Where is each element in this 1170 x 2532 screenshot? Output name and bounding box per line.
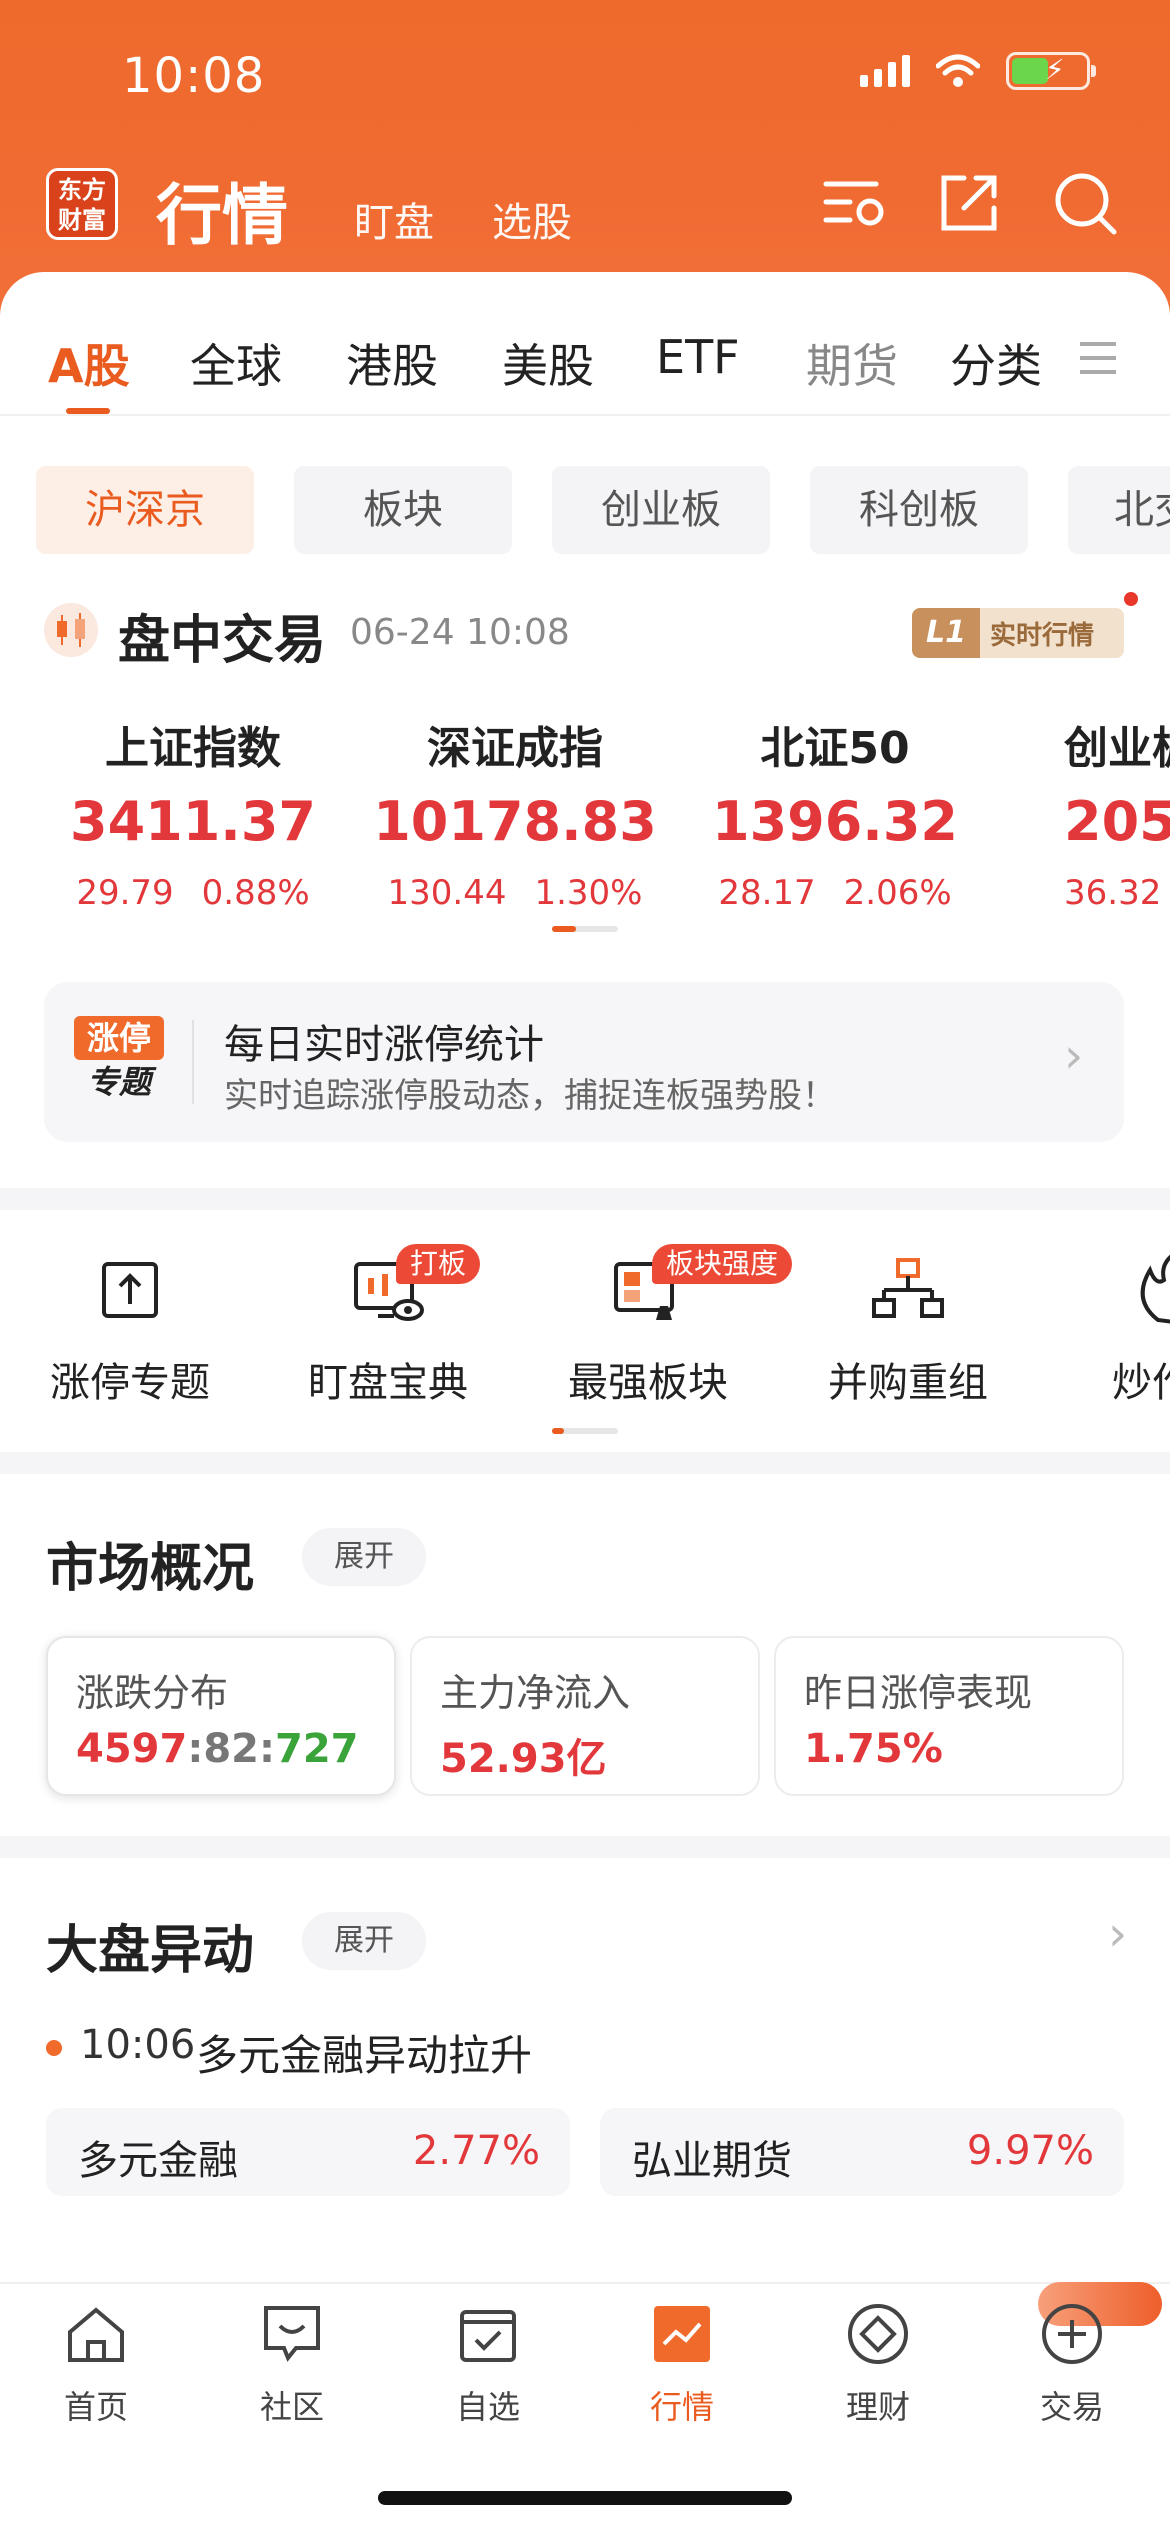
tab-us[interactable]: 美股 bbox=[502, 330, 594, 396]
chart-up-icon bbox=[654, 2306, 710, 2362]
sector-item[interactable]: 弘业期货 9.97% bbox=[600, 2108, 1124, 2196]
tag-daban: 打板 bbox=[396, 1244, 481, 1284]
tools-pager bbox=[552, 1428, 618, 1434]
tool-mna[interactable]: 并购重组 bbox=[798, 1250, 1018, 1408]
tab-trade[interactable]: 交易 bbox=[1002, 2300, 1142, 2428]
subtab-watch[interactable]: 盯盘 bbox=[354, 190, 434, 248]
card-yesterday-limit-up[interactable]: 昨日涨停表现 1.75% bbox=[774, 1636, 1124, 1796]
divider bbox=[192, 1020, 194, 1104]
section-divider bbox=[0, 1188, 1170, 1210]
status-time: 10:08 bbox=[122, 48, 266, 104]
market-tabs: A股 全球 港股 美股 ETF 期货 分类 bbox=[0, 330, 1170, 416]
index-card[interactable]: 北证50 1396.32 28.17 2.06% bbox=[690, 712, 980, 913]
tag-sector-strength: 板块强度 bbox=[652, 1244, 793, 1284]
expand-button[interactable]: 展开 bbox=[302, 1528, 426, 1586]
tab-etf[interactable]: ETF bbox=[656, 330, 740, 384]
org-chart-icon bbox=[872, 1258, 944, 1318]
section-divider bbox=[0, 1836, 1170, 1858]
expand-button[interactable]: 展开 bbox=[302, 1912, 426, 1970]
card-advance-decline[interactable]: 涨跌分布 4597:82:727 bbox=[46, 1636, 396, 1796]
chat-icon bbox=[264, 2306, 320, 2362]
tab-futures[interactable]: 期货 bbox=[806, 330, 898, 396]
list-settings-icon[interactable] bbox=[820, 168, 890, 238]
diamond-circle-icon bbox=[848, 2304, 908, 2364]
status-icons: ⚡ bbox=[860, 52, 1096, 90]
intraday-datetime: 06-24 10:08 bbox=[350, 612, 570, 653]
tab-community[interactable]: 社区 bbox=[222, 2300, 362, 2428]
search-icon[interactable] bbox=[1050, 168, 1120, 238]
chip-star[interactable]: 科创板 bbox=[810, 466, 1028, 554]
chip-chinext[interactable]: 创业板 bbox=[552, 466, 770, 554]
app-logo: 东方 财富 bbox=[46, 168, 118, 240]
news-time: 10:06 bbox=[80, 2022, 196, 2068]
home-icon bbox=[68, 2307, 124, 2362]
candlestick-icon bbox=[44, 603, 98, 657]
active-tab-indicator bbox=[66, 408, 110, 414]
page-title: 行情 bbox=[156, 177, 288, 254]
chip-shsz[interactable]: 沪深京 bbox=[36, 466, 254, 554]
promo-subtitle: 实时追踪涨停股动态，捕捉连板强势股！ bbox=[224, 1076, 836, 1116]
index-card[interactable]: 深证成指 10178.83 130.44 1.30% bbox=[370, 712, 660, 913]
sector-item[interactable]: 多元金融 2.77% bbox=[46, 2108, 570, 2196]
menu-icon[interactable] bbox=[1078, 338, 1118, 378]
intraday-title: 盘中交易 bbox=[118, 611, 327, 671]
home-indicator bbox=[378, 2491, 792, 2505]
l1-realtime-badge[interactable]: L1 实时行情 bbox=[912, 608, 1124, 658]
index-card[interactable]: 上证指数 3411.37 29.79 0.88% bbox=[48, 712, 338, 913]
chevron-right-icon[interactable]: › bbox=[1108, 1906, 1127, 1962]
tool-limit-up[interactable]: 涨停专题 bbox=[20, 1250, 240, 1408]
chip-sector[interactable]: 板块 bbox=[294, 466, 512, 554]
signal-icon bbox=[860, 55, 910, 87]
tab-hk[interactable]: 港股 bbox=[346, 330, 438, 396]
limit-up-logo: 涨停 专题 bbox=[74, 1016, 164, 1108]
chevron-right-icon: › bbox=[1064, 1028, 1084, 1084]
market-movement-title: 大盘异动 bbox=[46, 1921, 255, 1981]
flame-icon bbox=[1140, 1254, 1170, 1324]
battery-icon: ⚡ bbox=[1006, 52, 1096, 90]
plus-circle-icon bbox=[1042, 2304, 1102, 2364]
index-pager bbox=[552, 926, 618, 932]
limit-up-promo[interactable]: 涨停 专题 每日实时涨停统计 实时追踪涨停股动态，捕捉连板强势股！ › bbox=[44, 982, 1124, 1142]
tab-home[interactable]: 首页 bbox=[26, 2300, 166, 2428]
tab-global[interactable]: 全球 bbox=[190, 330, 282, 396]
bullet-icon bbox=[46, 2040, 62, 2056]
subtab-stock-picker[interactable]: 选股 bbox=[492, 190, 572, 248]
index-card[interactable]: 创业板 2053 36.32 bbox=[1010, 712, 1170, 913]
tool-hype[interactable]: 炒作 bbox=[1058, 1250, 1170, 1408]
upload-box-icon bbox=[102, 1262, 158, 1318]
check-calendar-icon bbox=[460, 2310, 516, 2362]
card-main-inflow[interactable]: 主力净流入 52.93亿 bbox=[410, 1636, 760, 1796]
tab-watchlist[interactable]: 自选 bbox=[418, 2300, 558, 2428]
wifi-icon bbox=[936, 54, 980, 87]
tab-market[interactable]: 行情 bbox=[612, 2300, 752, 2428]
market-overview-title: 市场概况 bbox=[46, 1539, 255, 1599]
notification-dot bbox=[1124, 592, 1138, 606]
news-headline[interactable]: 多元金融异动拉升 bbox=[196, 2022, 532, 2083]
tab-category[interactable]: 分类 bbox=[950, 330, 1042, 396]
promo-title: 每日实时涨停统计 bbox=[224, 1022, 544, 1068]
section-divider bbox=[0, 1452, 1170, 1474]
tab-a-shares[interactable]: A股 bbox=[48, 330, 130, 396]
chip-bse[interactable]: 北交 bbox=[1068, 466, 1170, 554]
exchange-chips: 沪深京 板块 创业板 科创板 北交 bbox=[0, 466, 1170, 554]
tab-wealth[interactable]: 理财 bbox=[808, 2300, 948, 2428]
share-icon[interactable] bbox=[934, 168, 1004, 238]
